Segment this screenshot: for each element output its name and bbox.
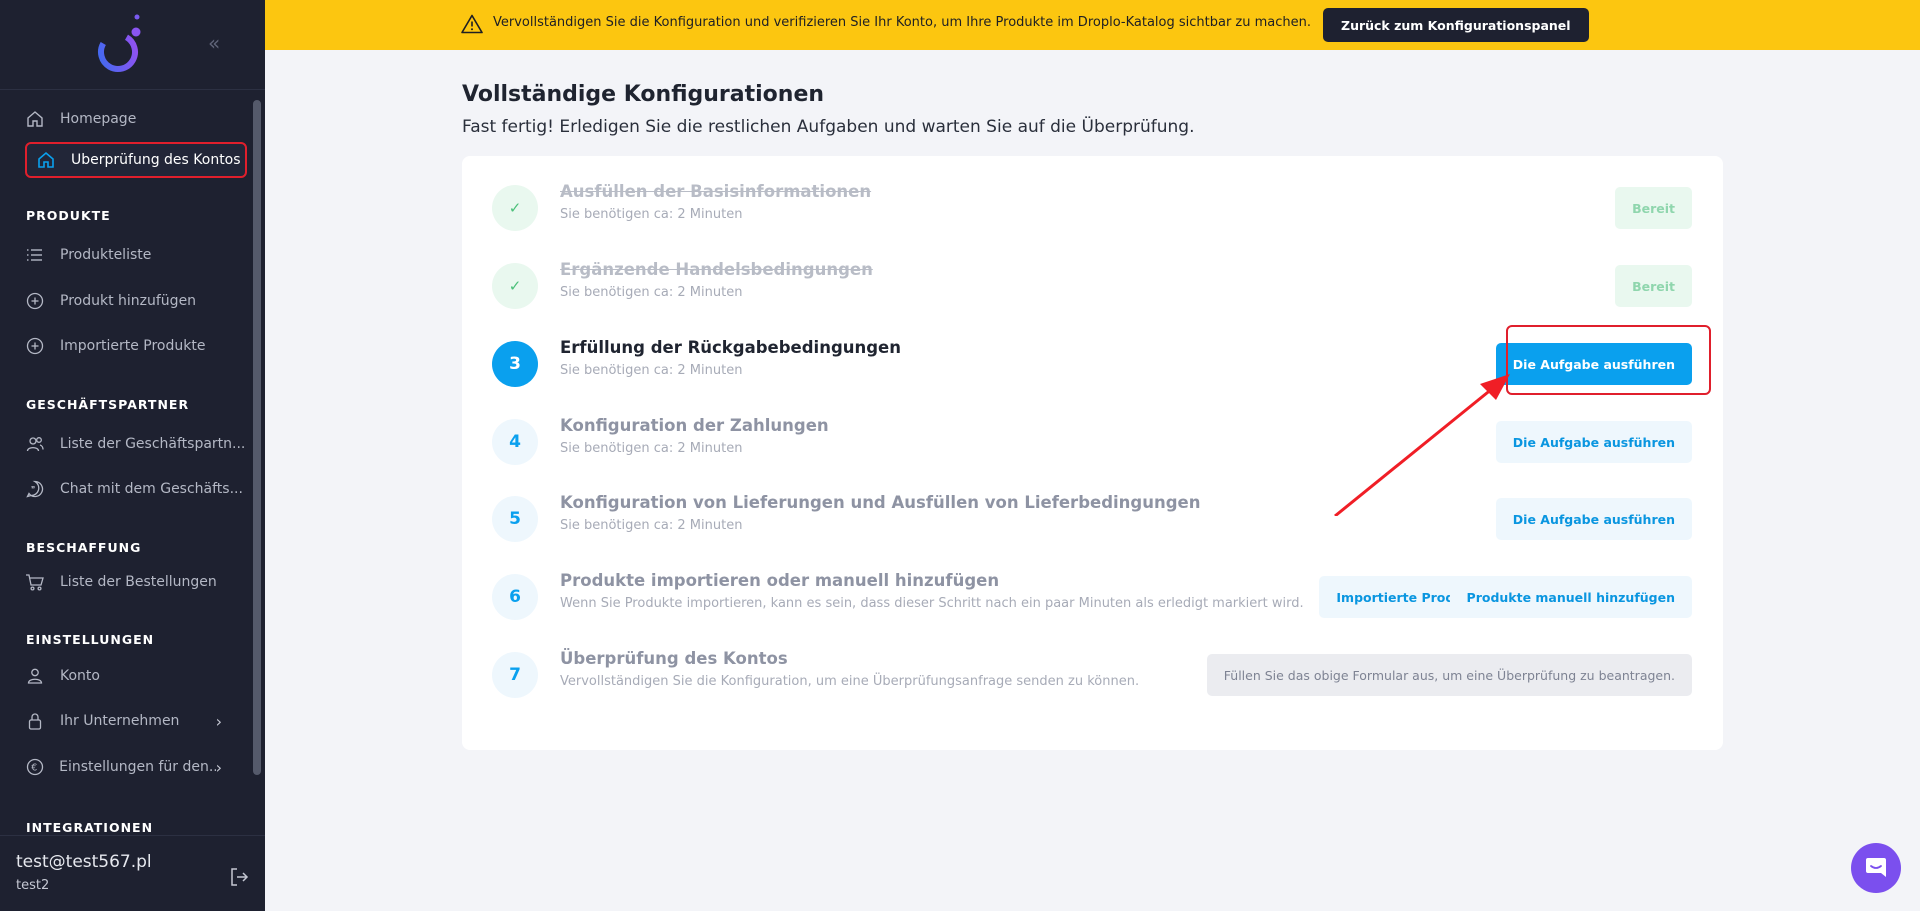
task-title: Produkte importieren oder manuell hinzuf… bbox=[560, 571, 1000, 590]
chevron-right-icon: › bbox=[215, 757, 222, 777]
home-icon bbox=[35, 149, 57, 171]
task-title: Konfiguration von Lieferungen und Ausfül… bbox=[560, 493, 1201, 512]
task-row: ✓ Ergänzende Handelsbedingungen Sie benö… bbox=[492, 254, 1692, 314]
list-icon bbox=[24, 244, 46, 266]
sidebar-header: « bbox=[0, 0, 265, 90]
sidebar-item-partner-chat[interactable]: ❞ Chat mit dem Geschäfts... bbox=[24, 472, 244, 506]
sidebar-item-account[interactable]: Konto bbox=[24, 659, 244, 693]
sidebar-nav: Homepage Überprüfung des Kontos PRODUKTE… bbox=[0, 90, 265, 835]
sidebar-item-label: Konto bbox=[60, 668, 100, 684]
sidebar-item-label: Liste der Geschäftspartn... bbox=[59, 436, 244, 452]
section-partners: GESCHÄFTSPARTNER bbox=[26, 397, 190, 412]
arrow-annotation bbox=[1334, 374, 1510, 516]
sidebar-item-settings-for[interactable]: € Einstellungen für den... › bbox=[24, 750, 244, 784]
plus-circle-icon bbox=[24, 290, 46, 312]
sidebar-item-label: Produkteliste bbox=[60, 247, 152, 263]
task-done-badge: ✓ bbox=[492, 263, 538, 309]
lock-icon bbox=[24, 710, 46, 732]
configuration-banner: Vervollständigen Sie die Konfiguration u… bbox=[265, 0, 1920, 50]
task-subtitle: Sie benötigen ca: 2 Minuten bbox=[560, 207, 743, 222]
verification-disabled-button: Füllen Sie das obige Formular aus, um ei… bbox=[1206, 654, 1692, 696]
chevron-right-icon: › bbox=[215, 711, 222, 731]
task-number-badge: 6 bbox=[492, 574, 538, 620]
home-icon bbox=[24, 108, 46, 130]
sidebar-item-homepage[interactable]: Homepage bbox=[24, 102, 244, 136]
back-to-config-button[interactable]: Zurück zum Konfigurationspanel bbox=[1323, 8, 1589, 42]
user-icon bbox=[24, 665, 46, 687]
sidebar-item-orders[interactable]: Liste der Bestellungen bbox=[24, 565, 244, 599]
sidebar-item-label: Chat mit dem Geschäfts... bbox=[60, 481, 243, 497]
section-integrations: INTEGRATIONEN bbox=[26, 820, 154, 835]
sidebar-item-account-review[interactable]: Überprüfung des Kontos bbox=[25, 142, 247, 178]
task-subtitle: Vervollständigen Sie die Konfiguration, … bbox=[560, 674, 1140, 689]
task-ready-button[interactable]: Bereit bbox=[1615, 187, 1692, 229]
task-row: 6 Produkte importieren oder manuell hinz… bbox=[492, 565, 1692, 625]
cart-icon bbox=[24, 571, 46, 593]
perform-task-button[interactable]: Die Aufgabe ausführen bbox=[1495, 421, 1692, 463]
task-title: Ergänzende Handelsbedingungen bbox=[560, 260, 873, 279]
add-products-manually-button[interactable]: Produkte manuell hinzufügen bbox=[1449, 576, 1692, 618]
task-row: 7 Überprüfung des Kontos Vervollständige… bbox=[492, 643, 1692, 703]
task-number-badge: 5 bbox=[492, 496, 538, 542]
task-subtitle: Sie benötigen ca: 2 Minuten bbox=[560, 518, 743, 533]
banner-text: Vervollständigen Sie die Konfiguration u… bbox=[493, 15, 1312, 30]
collapse-sidebar-icon[interactable]: « bbox=[208, 32, 230, 54]
plus-circle-icon bbox=[24, 335, 46, 357]
sidebar-item-label: Ihr Unternehmen bbox=[60, 713, 180, 729]
task-subtitle: Sie benötigen ca: 2 Minuten bbox=[560, 285, 743, 300]
chat-widget-button[interactable] bbox=[1851, 843, 1901, 893]
task-done-badge: ✓ bbox=[492, 185, 538, 231]
highlight-box bbox=[1506, 325, 1711, 395]
sidebar: « Homepage Überprüfung des Kontos PRODUK… bbox=[0, 0, 265, 911]
sidebar-item-label: Importierte Produkte bbox=[60, 338, 206, 354]
task-number-badge: 4 bbox=[492, 419, 538, 465]
perform-task-button[interactable]: Die Aufgabe ausführen bbox=[1495, 498, 1692, 540]
message-icon bbox=[1866, 858, 1886, 877]
droplo-logo[interactable] bbox=[96, 14, 146, 76]
svg-text:€: € bbox=[31, 763, 37, 774]
sidebar-item-add-product[interactable]: Produkt hinzufügen bbox=[24, 284, 244, 318]
task-subtitle: Wenn Sie Produkte importieren, kann es s… bbox=[560, 596, 1304, 611]
page-title: Vollständige Konfigurationen bbox=[462, 82, 825, 107]
user-panel: test@test567.pl test2 bbox=[0, 835, 265, 911]
section-settings: EINSTELLUNGEN bbox=[26, 632, 155, 647]
sidebar-item-company[interactable]: Ihr Unternehmen › bbox=[24, 704, 244, 738]
task-title: Konfiguration der Zahlungen bbox=[560, 416, 829, 435]
task-subtitle: Sie benötigen ca: 2 Minuten bbox=[560, 363, 743, 378]
task-title: Erfüllung der Rückgabebedingungen bbox=[560, 338, 901, 357]
task-number-badge: 7 bbox=[492, 652, 538, 698]
warning-icon bbox=[461, 14, 483, 34]
task-row: ✓ Ausfüllen der Basisinformationen Sie b… bbox=[492, 176, 1692, 236]
section-products: PRODUKTE bbox=[26, 208, 111, 223]
sidebar-item-label: Überprüfung des Kontos bbox=[71, 152, 241, 168]
task-ready-button[interactable]: Bereit bbox=[1615, 265, 1692, 307]
sidebar-scrollbar[interactable] bbox=[253, 100, 261, 775]
sidebar-item-product-list[interactable]: Produkteliste bbox=[24, 238, 244, 272]
task-title: Ausfüllen der Basisinformationen bbox=[560, 182, 872, 201]
sidebar-item-label: Liste der Bestellungen bbox=[60, 574, 217, 590]
user-email: test@test567.pl bbox=[16, 852, 152, 872]
euro-icon: € bbox=[24, 756, 45, 778]
page-subtitle: Fast fertig! Erledigen Sie die restliche… bbox=[462, 117, 1195, 137]
sidebar-item-partner-list[interactable]: Liste der Geschäftspartn... bbox=[24, 427, 244, 461]
logout-icon[interactable] bbox=[228, 866, 250, 888]
section-procurement: BESCHAFFUNG bbox=[26, 540, 142, 555]
user-name: test2 bbox=[16, 878, 50, 893]
svg-text:❞: ❞ bbox=[31, 485, 35, 494]
sidebar-item-label: Homepage bbox=[60, 111, 137, 127]
chat-icon: ❞ bbox=[24, 478, 46, 500]
sidebar-item-imported-products[interactable]: Importierte Produkte bbox=[24, 329, 244, 363]
task-title: Überprüfung des Kontos bbox=[560, 649, 788, 668]
users-icon bbox=[24, 433, 46, 455]
sidebar-item-label: Einstellungen für den... bbox=[59, 759, 216, 775]
tasks-card: ✓ Ausfüllen der Basisinformationen Sie b… bbox=[462, 156, 1723, 750]
sidebar-item-label: Produkt hinzufügen bbox=[60, 293, 197, 309]
task-subtitle: Sie benötigen ca: 2 Minuten bbox=[560, 441, 743, 456]
task-number-badge: 3 bbox=[492, 341, 538, 387]
